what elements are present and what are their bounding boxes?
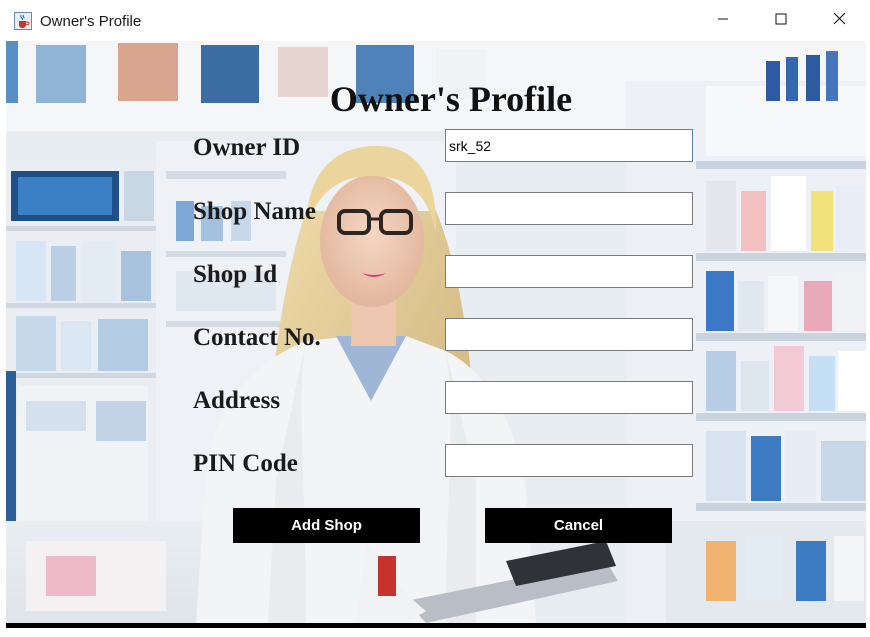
shop-name-input[interactable] <box>445 192 693 225</box>
window-title: Owner's Profile <box>40 13 142 30</box>
owner-id-input[interactable] <box>445 129 693 162</box>
app-window: Owner's Profile Owner's Profile Owner ID… <box>0 0 870 637</box>
contact-no-input[interactable] <box>445 318 693 351</box>
minimize-icon <box>717 12 729 30</box>
minimize-button[interactable] <box>694 0 752 41</box>
shop-id-label: Shop Id <box>193 261 278 288</box>
pin-code-input[interactable] <box>445 444 693 477</box>
add-shop-button[interactable]: Add Shop <box>233 508 420 543</box>
window-bottom-border <box>6 623 866 628</box>
contact-no-label: Contact No. <box>193 324 321 351</box>
shop-id-input[interactable] <box>445 255 693 288</box>
pin-code-label: PIN Code <box>193 450 298 477</box>
shop-name-label: Shop Name <box>193 198 316 225</box>
close-icon <box>833 12 846 30</box>
page-title: Owner's Profile <box>329 79 573 119</box>
java-cup-icon <box>14 12 32 30</box>
profile-panel: Owner's Profile Owner ID Shop Name Shop … <box>6 41 866 623</box>
pharmacist-photo <box>6 41 866 623</box>
close-button[interactable] <box>810 0 868 41</box>
address-label: Address <box>193 387 281 414</box>
address-input[interactable] <box>445 381 693 414</box>
maximize-button[interactable] <box>752 0 810 41</box>
maximize-icon <box>775 12 787 30</box>
owner-id-label: Owner ID <box>193 134 301 161</box>
cancel-button[interactable]: Cancel <box>485 508 672 543</box>
title-bar[interactable]: Owner's Profile <box>0 0 870 41</box>
